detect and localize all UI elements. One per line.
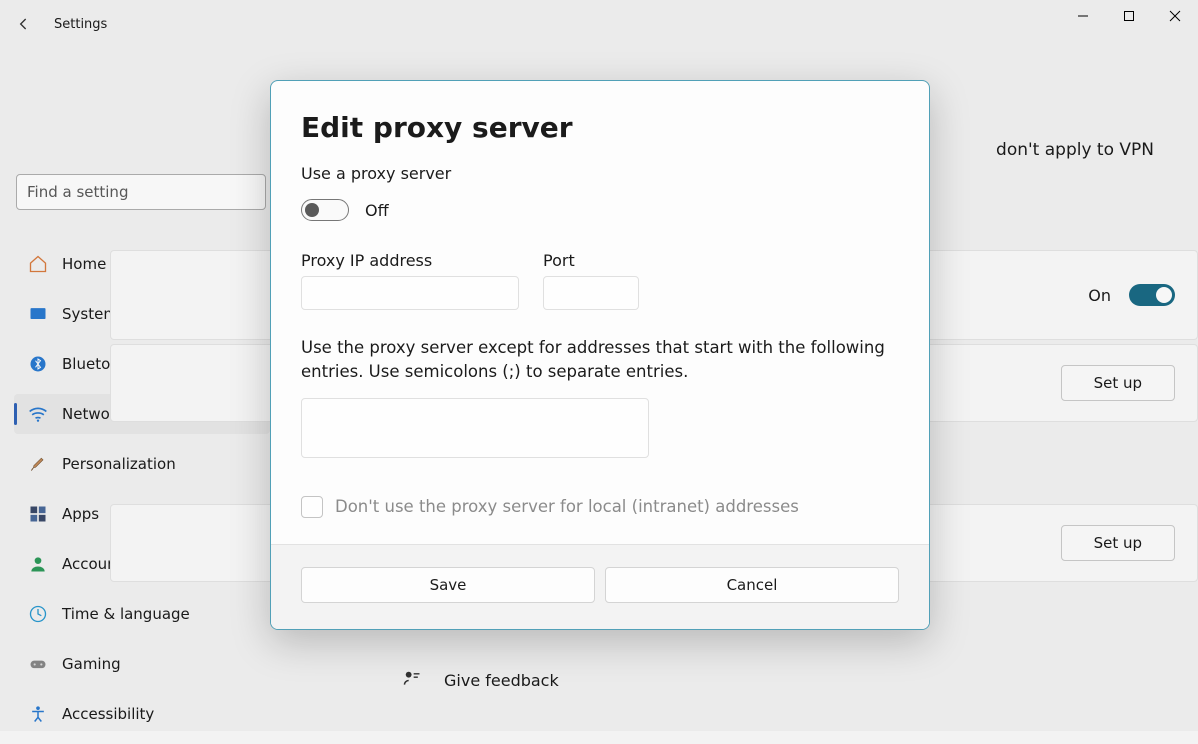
save-button[interactable]: Save [301,567,595,603]
bypass-local-checkbox[interactable] [301,496,323,518]
proxy-port-label: Port [543,251,639,270]
toggle-state-label: Off [365,201,389,220]
dialog-footer: Save Cancel [271,544,929,629]
edit-proxy-dialog: Edit proxy server Use a proxy server Off… [270,80,930,630]
exceptions-input[interactable] [301,398,649,458]
use-proxy-label: Use a proxy server [301,164,899,183]
cancel-button[interactable]: Cancel [605,567,899,603]
dialog-title: Edit proxy server [301,111,899,144]
use-proxy-toggle[interactable] [301,199,349,221]
proxy-port-input[interactable] [543,276,639,310]
exceptions-label: Use the proxy server except for addresse… [301,336,899,384]
proxy-ip-input[interactable] [301,276,519,310]
proxy-ip-label: Proxy IP address [301,251,519,270]
bypass-local-label: Don't use the proxy server for local (in… [335,497,799,516]
